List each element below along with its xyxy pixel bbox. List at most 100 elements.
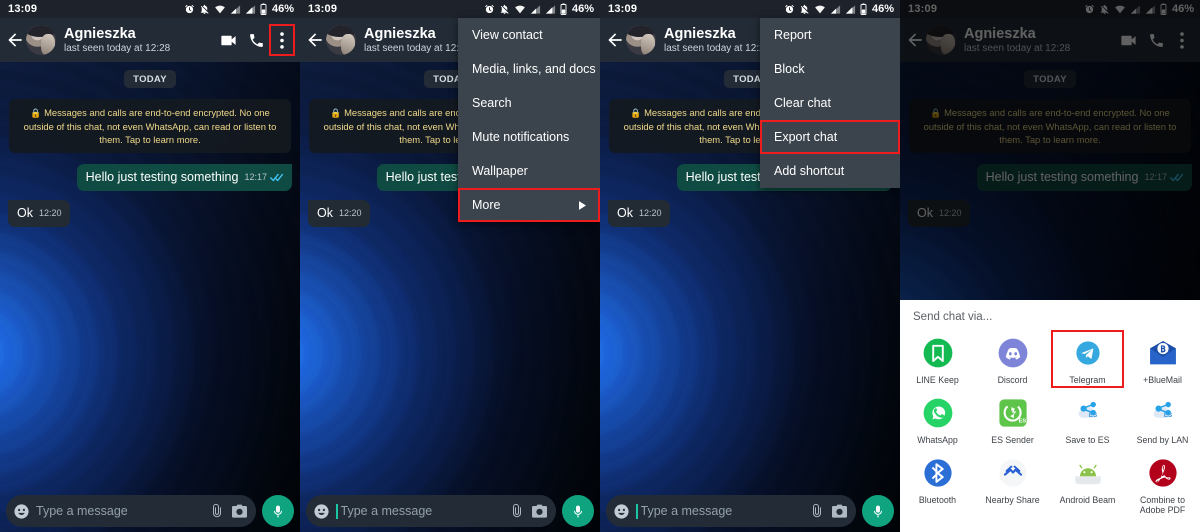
- message-meta: 12:20: [339, 206, 362, 221]
- menu-item-label: View contact: [472, 28, 543, 42]
- overflow-menu-button[interactable]: [269, 24, 295, 56]
- message-composer: Type a message: [600, 490, 900, 532]
- menu-item-clear-chat[interactable]: Clear chat: [760, 86, 900, 120]
- send-by-lan-icon: ES: [1146, 396, 1180, 430]
- message-time: 12:20: [638, 208, 662, 218]
- back-arrow-icon[interactable]: [305, 30, 325, 50]
- share-app-save-to-es[interactable]: ES Save to ES: [1050, 389, 1125, 449]
- menu-item-view-contact[interactable]: View contact: [458, 18, 600, 52]
- menu-item-wallpaper[interactable]: Wallpaper: [458, 154, 600, 188]
- menu-item-label: Search: [472, 96, 512, 110]
- voice-message-button[interactable]: [262, 495, 294, 527]
- contact-avatar[interactable]: [26, 25, 56, 55]
- video-call-button[interactable]: [214, 25, 242, 55]
- menu-item-block[interactable]: Block: [760, 52, 900, 86]
- voice-message-button[interactable]: [862, 495, 894, 527]
- emoji-icon[interactable]: [313, 503, 330, 520]
- menu-item-label: Wallpaper: [472, 164, 528, 178]
- status-bar-clock: 13:09: [308, 3, 338, 15]
- wifi-icon: [815, 5, 825, 13]
- message-bubble[interactable]: Ok 12:20: [608, 200, 670, 227]
- panel-2-overflow-menu-open: 13:09 46% Agnieszka last seen today at 1…: [300, 0, 600, 532]
- share-app-label: Combine to Adobe PDF: [1139, 495, 1186, 515]
- share-app-bluemail[interactable]: +BlueMail: [1125, 329, 1200, 389]
- message-input-pill[interactable]: Type a message: [306, 495, 556, 527]
- video-camera-icon: [220, 35, 236, 45]
- adobe-pdf-icon: [1146, 456, 1180, 490]
- notifications-muted-icon: [500, 4, 509, 14]
- share-app-label: +BlueMail: [1143, 375, 1182, 385]
- alarm-icon: [785, 4, 794, 13]
- menu-item-add-shortcut[interactable]: Add shortcut: [760, 154, 900, 188]
- emoji-icon[interactable]: [613, 503, 630, 520]
- camera-icon[interactable]: [231, 504, 248, 519]
- notifications-muted-icon: [200, 4, 209, 14]
- menu-item-mute-notifications[interactable]: Mute notifications: [458, 120, 600, 154]
- menu-item-report[interactable]: Report: [760, 18, 900, 52]
- message-time: 12:20: [338, 208, 362, 218]
- wifi-icon: [515, 5, 525, 13]
- day-divider: TODAY: [124, 70, 176, 88]
- attach-paperclip-icon[interactable]: [509, 503, 525, 519]
- contact-last-seen: last seen today at 12:28: [64, 42, 171, 54]
- share-app-telegram[interactable]: Telegram: [1050, 329, 1125, 389]
- microphone-icon: [573, 505, 583, 517]
- message-row-incoming: Ok 12:20: [600, 200, 900, 227]
- message-bubble[interactable]: Ok 12:20: [308, 200, 370, 227]
- share-app-label: ES Sender: [991, 435, 1034, 445]
- message-input-pill[interactable]: Type a message: [6, 495, 256, 527]
- attach-paperclip-icon[interactable]: [209, 503, 225, 519]
- share-app-android-beam[interactable]: Android Beam: [1050, 449, 1125, 519]
- voice-call-button[interactable]: [242, 25, 270, 55]
- share-app-discord[interactable]: Discord: [975, 329, 1050, 389]
- share-app-nearby-share[interactable]: Nearby Share: [975, 449, 1050, 519]
- menu-item-search[interactable]: Search: [458, 86, 600, 120]
- encryption-notice[interactable]: 🔒 Messages and calls are end-to-end encr…: [9, 99, 291, 153]
- share-app-grid: LINE Keep Discord Telegram +BlueMail Wha…: [900, 329, 1200, 519]
- back-arrow-icon[interactable]: [5, 30, 25, 50]
- share-app-es-sender[interactable]: ES ES Sender: [975, 389, 1050, 449]
- share-app-combine-to-adobe-pdf[interactable]: Combine to Adobe PDF: [1125, 449, 1200, 519]
- share-app-line-keep[interactable]: LINE Keep: [900, 329, 975, 389]
- status-bar-icons: 46%: [784, 3, 894, 15]
- share-app-send-by-lan[interactable]: ES Send by LAN: [1125, 389, 1200, 449]
- lock-icon: 🔒: [30, 108, 42, 118]
- menu-item-media-links-docs[interactable]: Media, links, and docs: [458, 52, 600, 86]
- message-input-pill[interactable]: Type a message: [606, 495, 856, 527]
- menu-item-label: Mute notifications: [472, 130, 570, 144]
- app-bar: Agnieszka last seen today at 12:28: [0, 18, 300, 62]
- panel-4-share-sheet-open: 13:09 46% Agnieszka last seen today at 1…: [900, 0, 1200, 532]
- emoji-icon[interactable]: [13, 503, 30, 520]
- menu-item-label: Block: [774, 62, 805, 76]
- menu-item-label: Clear chat: [774, 96, 831, 110]
- attach-paperclip-icon[interactable]: [809, 503, 825, 519]
- contact-avatar[interactable]: [626, 25, 656, 55]
- lock-icon: 🔒: [630, 108, 642, 118]
- camera-icon[interactable]: [831, 504, 848, 519]
- message-bubble[interactable]: Ok 12:20: [8, 200, 70, 227]
- message-bubble[interactable]: Hello just testing something 12:17: [76, 164, 292, 191]
- microphone-icon: [873, 505, 883, 517]
- share-app-bluetooth[interactable]: Bluetooth: [900, 449, 975, 519]
- contact-info[interactable]: Agnieszka last seen today at 12:28: [64, 26, 214, 55]
- menu-item-export-chat[interactable]: Export chat: [760, 120, 900, 154]
- battery-percent: 46%: [271, 3, 294, 15]
- share-app-label: LINE Keep: [916, 375, 959, 385]
- text-cursor: [636, 503, 638, 519]
- message-meta: 12:20: [39, 206, 62, 221]
- contact-avatar[interactable]: [326, 25, 356, 55]
- voice-message-button[interactable]: [562, 495, 594, 527]
- back-arrow-icon[interactable]: [605, 30, 625, 50]
- status-bar-clock: 13:09: [608, 3, 638, 15]
- microphone-icon: [273, 505, 283, 517]
- share-app-whatsapp[interactable]: WhatsApp: [900, 389, 975, 449]
- camera-icon[interactable]: [531, 504, 548, 519]
- status-bar: 13:09 46%: [600, 0, 900, 18]
- message-time: 12:17: [244, 172, 267, 182]
- share-app-label: Discord: [997, 375, 1028, 385]
- kebab-menu-icon: [280, 31, 284, 49]
- wifi-icon: [215, 5, 225, 13]
- menu-item-more[interactable]: More: [458, 188, 600, 222]
- signal-sim1-icon: [830, 4, 841, 14]
- signal-sim2-icon: [845, 4, 856, 14]
